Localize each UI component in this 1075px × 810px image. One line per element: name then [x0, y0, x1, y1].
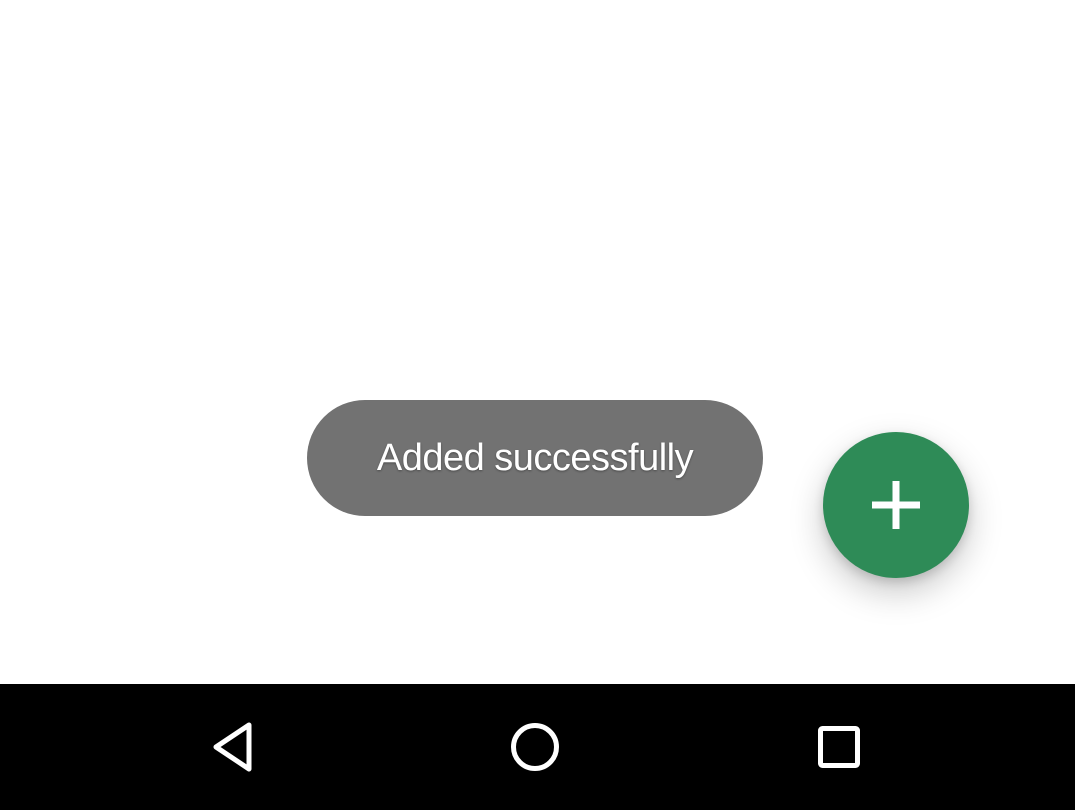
toast-message: Added successfully	[307, 400, 763, 516]
home-button[interactable]	[475, 684, 595, 810]
recents-square-icon	[818, 726, 860, 768]
add-fab-button[interactable]	[823, 432, 969, 578]
main-content: Added successfully	[0, 0, 1075, 684]
home-circle-icon	[511, 723, 559, 771]
app-screen: Added successfully	[0, 0, 1075, 810]
system-navigation-bar	[0, 684, 1075, 810]
recents-button[interactable]	[779, 684, 899, 810]
back-button[interactable]	[173, 684, 293, 810]
back-triangle-icon	[213, 722, 252, 772]
plus-icon	[872, 481, 920, 529]
toast-text: Added successfully	[376, 436, 694, 479]
